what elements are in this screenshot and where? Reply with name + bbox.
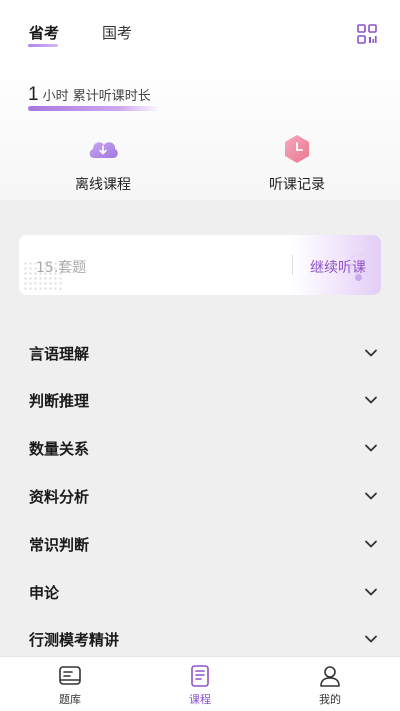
nav-label: 题库 bbox=[59, 693, 81, 706]
nav-courses[interactable]: 课程 bbox=[160, 657, 240, 711]
category-judgment-reasoning[interactable]: 判断推理 bbox=[0, 384, 400, 414]
category-label: 行测模考精讲 bbox=[29, 631, 120, 649]
tab-national-exam[interactable]: 国考 bbox=[102, 22, 132, 43]
study-hours-label: 小时 累计听课时长 bbox=[42, 89, 151, 104]
bottom-navigation: 题库 课程 我的 bbox=[0, 656, 400, 711]
category-essay[interactable]: 申论 bbox=[0, 576, 400, 606]
question-bank-icon bbox=[59, 666, 81, 685]
category-label: 常识判断 bbox=[29, 536, 90, 554]
decorative-bubble bbox=[355, 274, 362, 281]
offline-courses-button[interactable]: 离线课程 bbox=[43, 134, 163, 194]
cloud-download-icon bbox=[89, 142, 118, 158]
category-data-analysis[interactable]: 资料分析 bbox=[0, 480, 400, 510]
nav-label: 课程 bbox=[189, 693, 211, 706]
category-label: 言语理解 bbox=[29, 345, 90, 363]
study-duration-bar bbox=[28, 106, 160, 111]
active-tab-indicator bbox=[28, 44, 58, 47]
card-divider bbox=[292, 255, 293, 275]
study-hours-value: 1 bbox=[28, 84, 39, 105]
category-quantitative-relations[interactable]: 数量关系 bbox=[0, 432, 400, 462]
listen-record-label: 听课记录 bbox=[269, 177, 325, 193]
profile-icon bbox=[320, 666, 340, 687]
chevron-down-icon bbox=[365, 492, 377, 500]
category-label: 判断推理 bbox=[29, 392, 90, 410]
study-summary: 1 小时 累计听课时长 离线课程 听课记录 bbox=[0, 62, 400, 200]
category-general-knowledge[interactable]: 常识判断 bbox=[0, 528, 400, 558]
course-book-icon bbox=[191, 665, 209, 687]
offline-courses-label: 离线课程 bbox=[75, 177, 131, 193]
category-label: 数量关系 bbox=[29, 440, 90, 458]
category-verbal-comprehension[interactable]: 言语理解 bbox=[0, 337, 400, 367]
listen-record-button[interactable]: 听课记录 bbox=[237, 134, 357, 194]
continue-course-card[interactable]: 15.套题 继续听课 bbox=[19, 235, 381, 295]
chevron-down-icon bbox=[365, 588, 377, 596]
study-duration: 1 小时 累计听课时长 bbox=[28, 84, 151, 106]
clock-record-icon bbox=[285, 135, 309, 163]
chevron-down-icon bbox=[365, 396, 377, 404]
chevron-down-icon bbox=[365, 540, 377, 548]
category-mock-exam-lectures[interactable]: 行测模考精讲 bbox=[0, 623, 400, 653]
nav-label: 我的 bbox=[319, 693, 341, 706]
tab-provincial-exam[interactable]: 省考 bbox=[29, 22, 59, 43]
top-header: 省考 国考 bbox=[0, 0, 400, 62]
nav-question-bank[interactable]: 题库 bbox=[30, 657, 110, 711]
chevron-down-icon bbox=[365, 349, 377, 357]
last-course-title: 15.套题 bbox=[36, 260, 87, 276]
chevron-down-icon bbox=[365, 444, 377, 452]
qr-scan-icon[interactable] bbox=[356, 23, 378, 45]
chevron-down-icon bbox=[365, 635, 377, 643]
category-label: 申论 bbox=[29, 584, 60, 602]
decorative-ring bbox=[349, 253, 371, 275]
nav-profile[interactable]: 我的 bbox=[290, 657, 370, 711]
category-label: 资料分析 bbox=[29, 488, 90, 506]
